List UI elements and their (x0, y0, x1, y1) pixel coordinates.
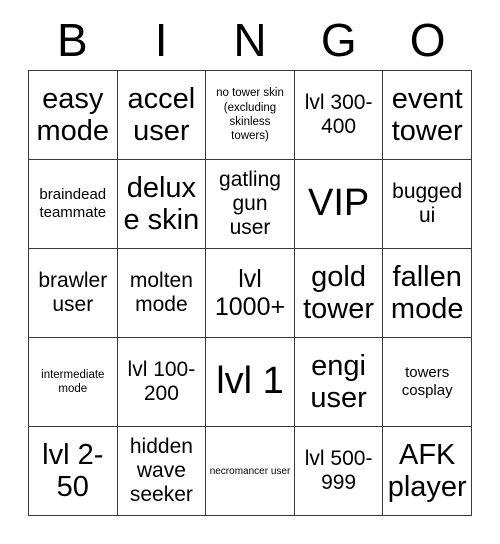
bingo-cell[interactable]: accel user (117, 71, 207, 160)
header-letter-b: B (57, 14, 88, 66)
bingo-cell[interactable]: no tower skin (excluding skinless towers… (206, 71, 295, 160)
bingo-cell[interactable]: lvl 500-999 (294, 427, 384, 516)
bingo-cell[interactable]: easy mode (29, 71, 118, 160)
bingo-cell-label: lvl 300-400 (304, 90, 373, 138)
bingo-cell[interactable]: engi user (294, 338, 384, 427)
bingo-cell-label: lvl 1000+ (214, 264, 286, 322)
bingo-cell-label: necromancer user (209, 465, 291, 477)
bingo-cell-label: event tower (391, 82, 463, 147)
bingo-cell[interactable]: brawler user (29, 249, 118, 338)
header-letter-g: G (320, 14, 357, 66)
bingo-cell-label: engi user (310, 349, 367, 414)
bingo-cell[interactable]: bugged ui (383, 160, 472, 249)
bingo-cell-label: fallen mode (390, 260, 464, 325)
bingo-cell[interactable]: deluxe skin (117, 160, 207, 249)
bingo-header-row: B I N G O (28, 10, 472, 70)
bingo-cell-label: braindead teammate (39, 186, 107, 221)
bingo-cell[interactable]: molten mode (117, 249, 207, 338)
bingo-cell-label: lvl 1 (216, 360, 284, 403)
bingo-cell-label: gatling gun user (219, 167, 281, 240)
bingo-cell-label: intermediate mode (41, 368, 105, 395)
bingo-cell-label: lvl 2-50 (42, 438, 104, 503)
bingo-cell[interactable]: intermediate mode (29, 338, 118, 427)
bingo-cell-label: no tower skin (excluding skinless towers… (216, 87, 284, 143)
bingo-cell[interactable]: towers cosplay (383, 338, 472, 427)
bingo-cell-label: lvl 500-999 (304, 446, 373, 494)
bingo-cell[interactable]: VIP (294, 160, 384, 249)
bingo-cell[interactable]: gold tower (294, 249, 384, 338)
bingo-cell-label: easy mode (36, 82, 110, 147)
bingo-cell-label: molten mode (129, 268, 193, 316)
bingo-cell-label: brawler user (38, 268, 108, 316)
bingo-cell[interactable]: fallen mode (383, 249, 472, 338)
bingo-cell[interactable]: lvl 1 (206, 338, 295, 427)
bingo-cell[interactable]: AFK player (383, 427, 472, 516)
bingo-cell[interactable]: lvl 100-200 (117, 338, 207, 427)
bingo-cell-label: lvl 100-200 (127, 357, 196, 405)
bingo-card: B I N G O easy mode accel user no tower … (28, 10, 472, 516)
bingo-cell[interactable]: hidden wave seeker (117, 427, 207, 516)
bingo-cell[interactable]: lvl 300-400 (294, 71, 384, 160)
bingo-cell[interactable]: gatling gun user (206, 160, 295, 249)
bingo-cell-label: towers cosplay (401, 364, 453, 399)
bingo-cell-label: bugged ui (392, 179, 463, 227)
bingo-cell[interactable]: lvl 2-50 (29, 427, 118, 516)
bingo-cell[interactable]: braindead teammate (29, 160, 118, 249)
bingo-cell[interactable]: event tower (383, 71, 472, 160)
bingo-cell[interactable]: lvl 1000+ (206, 249, 295, 338)
bingo-cell-label: VIP (307, 182, 370, 225)
bingo-cell[interactable]: necromancer user (206, 427, 295, 516)
bingo-cell-label: gold tower (303, 260, 375, 325)
bingo-grid: easy mode accel user no tower skin (excl… (28, 70, 472, 516)
bingo-cell-label: AFK player (387, 438, 467, 503)
bingo-cell-label: hidden wave seeker (129, 434, 193, 507)
header-letter-n: N (233, 14, 267, 66)
bingo-cell-label: deluxe skin (123, 171, 200, 236)
header-letter-i: I (154, 14, 168, 66)
bingo-cell-label: accel user (127, 82, 196, 147)
header-letter-o: O (409, 14, 446, 66)
